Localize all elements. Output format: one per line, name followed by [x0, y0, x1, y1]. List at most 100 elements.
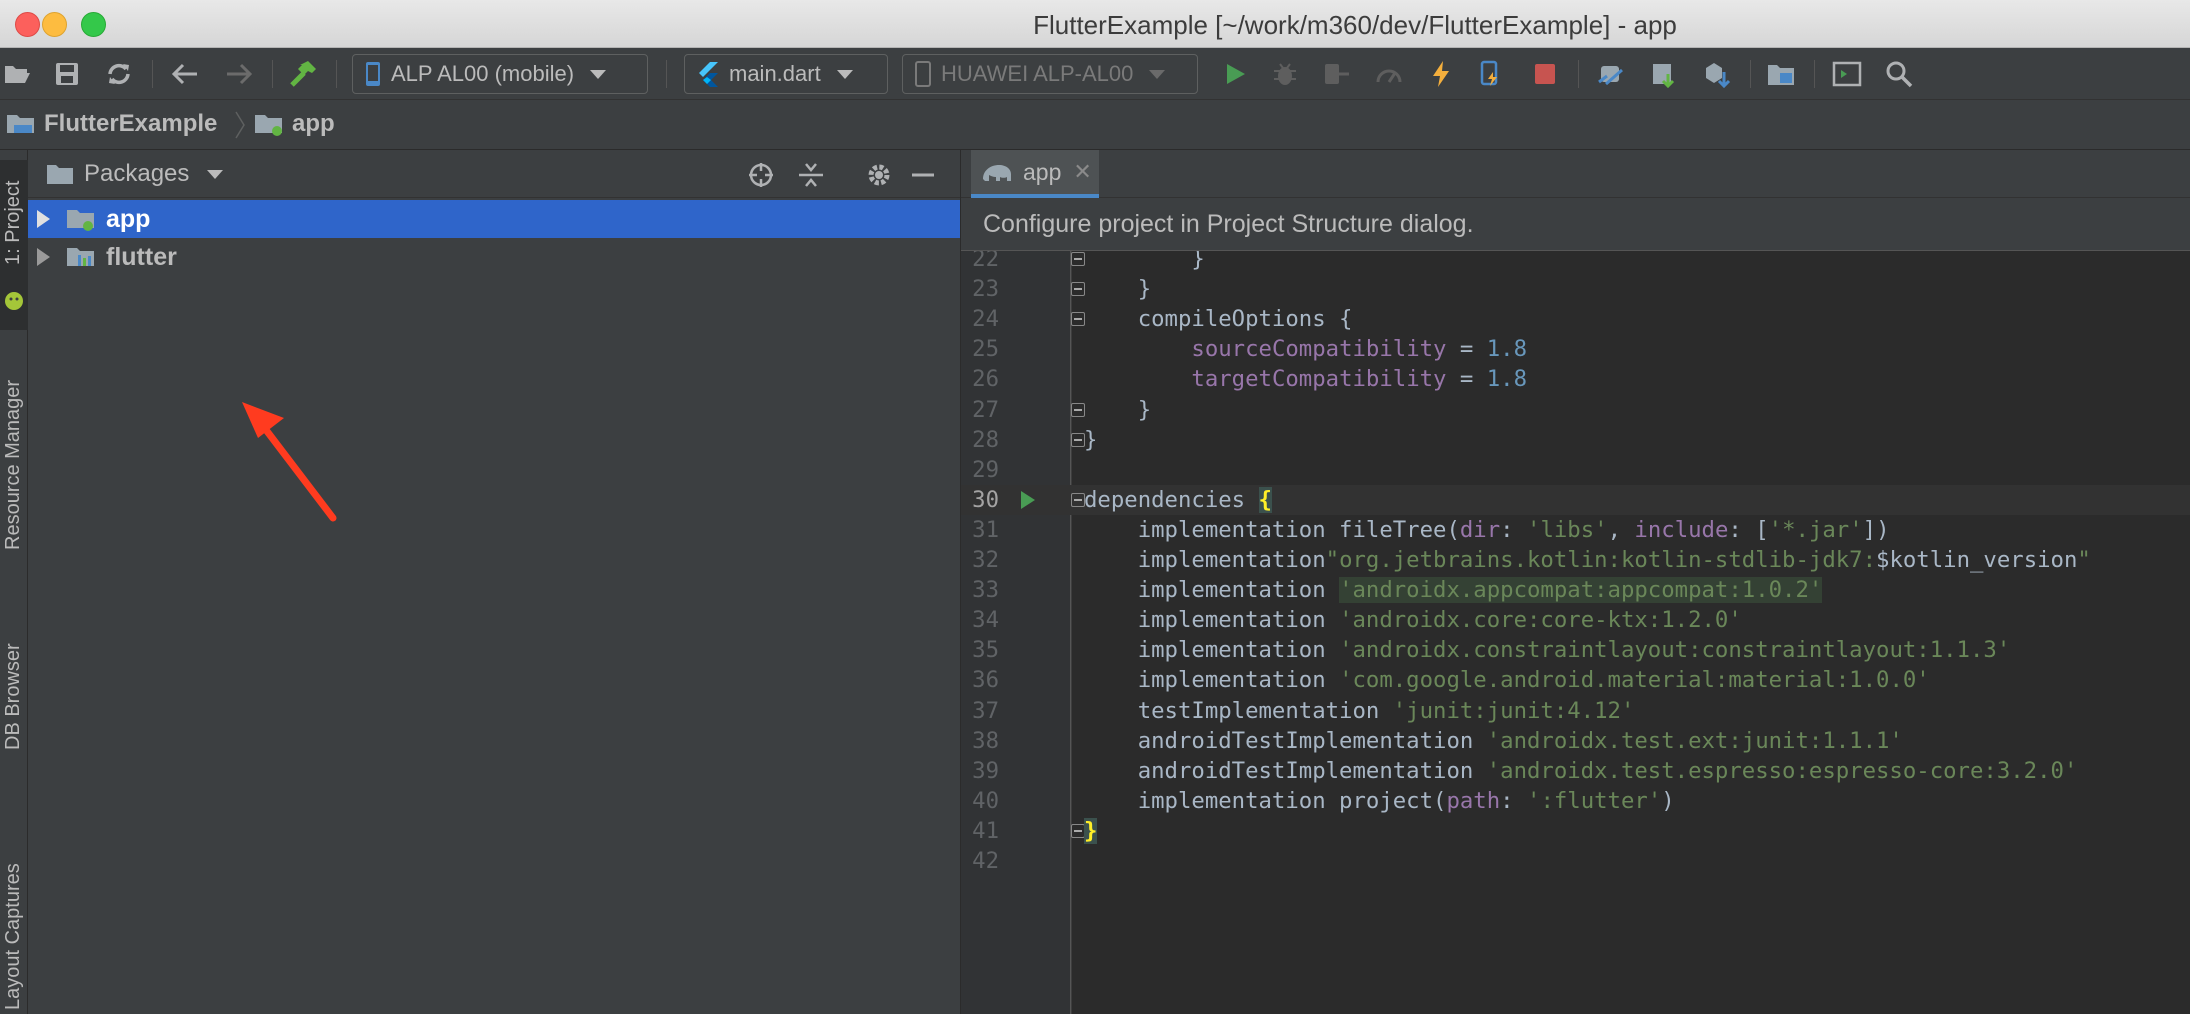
debug-icon[interactable] — [1268, 58, 1302, 90]
tree-item-app[interactable]: app — [28, 200, 960, 238]
code-property: sourceCompatibility — [1191, 336, 1447, 363]
chevron-down-icon — [1149, 69, 1166, 79]
code-string: 'com.google.android.material:material:1.… — [1339, 667, 1930, 694]
code-text: } — [1084, 395, 1151, 425]
back-icon[interactable] — [168, 58, 202, 90]
tab-project-label: 1: Project — [2, 180, 24, 265]
breadcrumb-item-app[interactable]: app — [254, 110, 335, 138]
profile-icon[interactable] — [1372, 58, 1406, 90]
open-icon[interactable] — [0, 58, 34, 90]
project-tree: app flutter — [28, 198, 960, 1014]
fold-marker-icon[interactable] — [1071, 432, 1085, 447]
run-gutter-icon[interactable] — [1021, 490, 1035, 509]
code-line[interactable]: 32 implementation"org.jetbrains.kotlin:k… — [961, 545, 2190, 575]
forward-icon[interactable] — [222, 58, 256, 90]
expand-arrow-icon[interactable] — [37, 248, 50, 266]
attach-icon[interactable] — [1320, 58, 1354, 90]
hot-restart-icon[interactable] — [1474, 58, 1508, 90]
code-line[interactable]: 37 testImplementation 'junit:junit:4.12' — [961, 696, 2190, 726]
breadcrumb: FlutterExample app — [0, 100, 2190, 150]
code-line[interactable]: 36 implementation 'com.google.android.ma… — [961, 665, 2190, 695]
code-line[interactable]: 42 — [961, 846, 2190, 876]
code-line[interactable]: 23 } — [961, 274, 2190, 304]
code-editor[interactable]: 22 } 23 } 24 compileOptions {25 sourceComp… — [961, 251, 2190, 1014]
tab-db-browser[interactable]: DB Browser — [0, 580, 28, 770]
code-line[interactable]: 28} — [961, 425, 2190, 455]
line-number: 35 — [972, 637, 999, 664]
code-line[interactable]: 26 targetCompatibility = 1.8 — [961, 364, 2190, 394]
code-line[interactable]: 34 implementation 'androidx.core:core-kt… — [961, 605, 2190, 635]
code-text: } — [1084, 274, 1151, 304]
device-selector[interactable]: ALP AL00 (mobile) — [352, 54, 648, 94]
code-line[interactable]: 33 implementation 'androidx.appcompat:ap… — [961, 575, 2190, 605]
editor-area: app ✕ Configure project in Project Struc… — [961, 150, 2190, 1014]
close-icon[interactable]: ✕ — [1073, 159, 1091, 185]
code-line[interactable]: 24 compileOptions { — [961, 304, 2190, 334]
tab-layout-captures[interactable]: Layout Captures — [0, 820, 28, 1010]
tab-app[interactable]: app ✕ — [971, 150, 1099, 198]
code-line[interactable]: 22 } — [961, 251, 2190, 274]
run-icon[interactable] — [1218, 58, 1252, 90]
code-line[interactable]: 39 androidTestImplementation 'androidx.t… — [961, 756, 2190, 786]
terminal-icon[interactable] — [1830, 58, 1864, 90]
code-text: implementation fileTree(dir: 'libs', inc… — [1084, 515, 1890, 545]
save-icon[interactable] — [50, 58, 84, 90]
project-structure-notice[interactable]: Configure project in Project Structure d… — [961, 198, 2190, 251]
line-number: 23 — [972, 276, 999, 303]
chevron-down-icon — [836, 69, 853, 79]
project-structure-icon[interactable] — [1764, 58, 1798, 90]
code-line[interactable]: 38 androidTestImplementation 'androidx.t… — [961, 726, 2190, 756]
code-line[interactable]: 30 dependencies { — [961, 484, 2190, 515]
tab-resource-manager-label: Resource Manager — [2, 379, 24, 550]
hide-panel-icon[interactable] — [908, 160, 938, 190]
line-number: 38 — [972, 727, 999, 754]
fold-marker-icon[interactable] — [1071, 252, 1085, 266]
stop-icon[interactable] — [1528, 58, 1562, 90]
fold-marker-icon[interactable] — [1071, 312, 1085, 327]
sync-icon[interactable] — [102, 58, 136, 90]
gear-icon[interactable] — [864, 160, 894, 190]
gradle-sync-icon[interactable] — [1700, 58, 1734, 90]
code-line[interactable]: 40 implementation project(path: ':flutte… — [961, 786, 2190, 816]
code-line[interactable]: 31 implementation fileTree(dir: 'libs', … — [961, 515, 2190, 545]
phone-icon — [915, 61, 931, 87]
code-line[interactable]: 29 — [961, 455, 2190, 485]
breadcrumb-item-root[interactable]: FlutterExample — [6, 110, 217, 138]
code-number: 1.8 — [1486, 336, 1528, 363]
tab-project[interactable]: 1: Project — [0, 160, 28, 330]
code-token: implementation — [1084, 547, 1326, 573]
sdk-manager-icon[interactable] — [1648, 58, 1682, 90]
tab-resource-manager[interactable]: Resource Manager — [0, 350, 28, 580]
line-number: 27 — [972, 396, 999, 423]
fold-marker-icon[interactable] — [1071, 282, 1085, 297]
code-line[interactable]: 27 } — [961, 395, 2190, 425]
expand-arrow-icon[interactable] — [37, 210, 50, 228]
collapse-all-icon[interactable] — [796, 160, 826, 190]
device-selector-label: ALP AL00 (mobile) — [391, 61, 575, 86]
phone-icon — [366, 62, 380, 86]
code-operator: = — [1446, 366, 1487, 393]
code-token: compileOptions { — [1084, 306, 1353, 333]
line-number: 42 — [972, 848, 999, 874]
code-token: : — [1500, 787, 1528, 814]
locate-icon[interactable] — [746, 160, 776, 190]
target-device-selector[interactable]: HUAWEI ALP-AL00 — [902, 54, 1198, 94]
fold-marker-icon[interactable] — [1071, 823, 1085, 838]
gradle-elephant-icon — [983, 165, 1011, 181]
code-param: dir — [1459, 516, 1501, 543]
code-text: implementation project(path: ':flutter') — [1084, 786, 1675, 816]
search-icon[interactable] — [1882, 58, 1916, 90]
code-line[interactable]: 41} — [961, 816, 2190, 846]
code-string: 'androidx.test.espresso:espresso-core:3.… — [1486, 757, 2078, 784]
fold-marker-icon[interactable] — [1071, 492, 1085, 507]
view-mode-selector[interactable]: Packages — [46, 160, 224, 188]
hot-reload-icon[interactable] — [1424, 58, 1458, 90]
tree-item-flutter[interactable]: flutter — [28, 238, 960, 276]
code-line[interactable]: 35 implementation 'androidx.constraintla… — [961, 635, 2190, 665]
code-line[interactable]: 25 sourceCompatibility = 1.8 — [961, 334, 2190, 364]
run-config-selector[interactable]: main.dart — [684, 54, 888, 94]
avd-manager-icon[interactable] — [1594, 58, 1628, 90]
fold-marker-icon[interactable] — [1071, 402, 1085, 417]
build-hammer-icon[interactable] — [286, 58, 320, 90]
line-number: 22 — [972, 251, 999, 272]
